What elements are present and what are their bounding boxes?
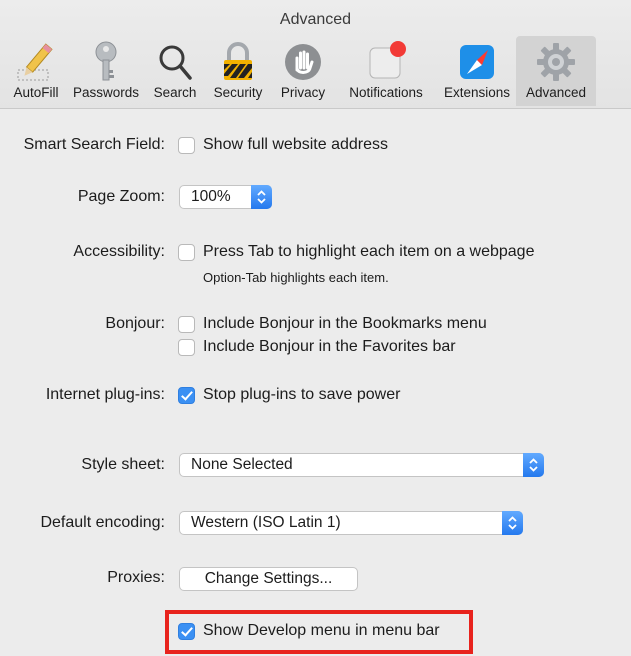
- change-settings-button[interactable]: Change Settings...: [179, 567, 358, 591]
- tab-label: Advanced: [525, 85, 587, 100]
- bonjour-label: Bonjour:: [105, 315, 165, 332]
- plugins-label: Internet plug-ins:: [45, 386, 165, 403]
- tab-label: Passwords: [72, 85, 140, 100]
- encoding-select[interactable]: Western (ISO Latin 1): [179, 511, 523, 535]
- bonjour-favorites-checkbox[interactable]: [178, 339, 195, 356]
- magnifier-icon: [159, 45, 192, 80]
- bonjour-bookmarks-checkbox[interactable]: [178, 316, 195, 333]
- key-icon: [95, 41, 117, 81]
- pencil-icon: [17, 43, 53, 81]
- tab-label: Extensions: [443, 85, 511, 100]
- page-zoom-select[interactable]: 100%: [179, 185, 272, 209]
- chevron-updown-icon: [523, 453, 544, 477]
- compass-icon: [460, 45, 494, 79]
- encoding-label: Default encoding:: [40, 514, 165, 531]
- style-sheet-value: None Selected: [191, 456, 293, 473]
- bonjour-favorites-text: Include Bonjour in the Favorites bar: [203, 338, 456, 355]
- style-sheet-select[interactable]: None Selected: [179, 453, 544, 477]
- tab-highlight-checkbox[interactable]: [178, 244, 195, 261]
- tab-notifications[interactable]: Notifications: [336, 36, 436, 106]
- advanced-preferences-pane: Smart Search Field: Show full website ad…: [0, 109, 631, 656]
- tab-highlight-text: Press Tab to highlight each item on a we…: [203, 243, 535, 260]
- tab-extensions[interactable]: Extensions: [436, 36, 518, 106]
- tab-security[interactable]: Security: [204, 36, 272, 106]
- page-zoom-value: 100%: [191, 188, 231, 205]
- gear-icon: [537, 43, 575, 81]
- tab-label: Privacy: [280, 85, 326, 100]
- chevron-updown-icon: [502, 511, 523, 535]
- show-full-address-checkbox[interactable]: [178, 137, 195, 154]
- show-develop-menu-checkbox[interactable]: [178, 623, 195, 640]
- notification-icon: [369, 41, 406, 79]
- tab-passwords[interactable]: Passwords: [64, 36, 148, 106]
- show-develop-menu-text: Show Develop menu in menu bar: [203, 622, 440, 639]
- tab-label: Search: [153, 85, 197, 100]
- window-title: Advanced: [279, 11, 352, 28]
- style-sheet-label: Style sheet:: [81, 456, 165, 473]
- tab-advanced[interactable]: Advanced: [516, 36, 596, 106]
- chevron-updown-icon: [251, 185, 272, 209]
- bonjour-bookmarks-text: Include Bonjour in the Bookmarks menu: [203, 315, 487, 332]
- stop-plugins-text: Stop plug-ins to save power: [203, 386, 401, 403]
- window-toolbar: Advanced AutoFill Passwords Search Secur…: [0, 0, 631, 109]
- proxies-label: Proxies:: [107, 569, 165, 586]
- tab-label: Notifications: [349, 85, 423, 100]
- tab-search[interactable]: Search: [146, 36, 204, 106]
- smart-search-label: Smart Search Field:: [23, 136, 165, 153]
- stop-plugins-checkbox[interactable]: [178, 387, 195, 404]
- encoding-value: Western (ISO Latin 1): [191, 514, 341, 531]
- tab-label: Security: [213, 85, 263, 100]
- padlock-icon: [224, 42, 252, 80]
- tab-autofill[interactable]: AutoFill: [2, 36, 70, 106]
- page-zoom-label: Page Zoom:: [77, 188, 165, 205]
- tab-privacy[interactable]: Privacy: [272, 36, 334, 106]
- show-full-address-text: Show full website address: [203, 136, 388, 153]
- accessibility-note: Option-Tab highlights each item.: [203, 270, 389, 285]
- tab-label: AutoFill: [13, 85, 59, 100]
- accessibility-label: Accessibility:: [73, 243, 165, 260]
- hand-icon: [285, 44, 321, 80]
